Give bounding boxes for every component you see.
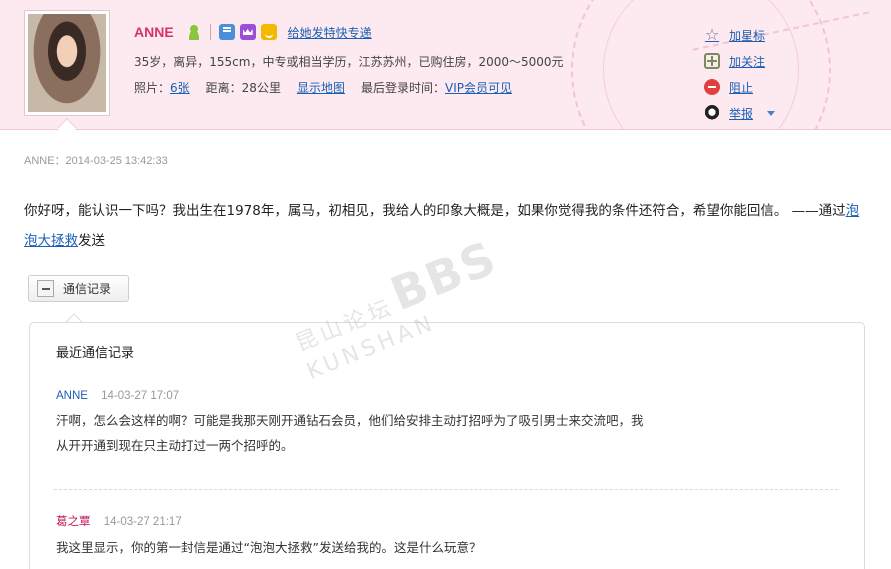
message-sender[interactable]: ANNE xyxy=(56,390,88,402)
add-star-action[interactable]: ☆ 加星标 xyxy=(704,22,775,48)
photos-link[interactable]: 6张 xyxy=(170,79,190,96)
history-message: ANNE 14-03-27 17:07 汗啊，怎么会这样的啊？可能是我那天刚开通… xyxy=(56,390,776,458)
history-panel: 最近通信记录 ANNE 14-03-27 17:07 汗啊，怎么会这样的啊？可能… xyxy=(29,322,865,569)
distance-value: 28公里 xyxy=(241,81,281,95)
letter-text: 你好呀，能认识一下吗？我出生在1978年，属马，初相见，我给人的印象大概是，如果… xyxy=(24,203,846,219)
profile-meta: 照片： 6张 距离： 28公里 显示地图 最后登录时间： VIP会员可见 xyxy=(134,79,512,96)
message-divider xyxy=(54,489,838,490)
message-time: 14-03-27 17:07 xyxy=(101,390,180,402)
avatar-photo[interactable] xyxy=(28,14,106,112)
divider xyxy=(209,24,211,40)
via-suffix: 发送 xyxy=(78,233,105,249)
profile-actions: ☆ 加星标 加关注 阻止 举报 xyxy=(704,22,776,126)
follow-label[interactable]: 加关注 xyxy=(729,53,765,70)
vip-visible-link[interactable]: VIP会员可见 xyxy=(445,79,512,96)
collapse-icon[interactable] xyxy=(37,280,54,297)
block-icon xyxy=(704,79,720,95)
history-toggle-label[interactable]: 通信记录 xyxy=(63,280,111,297)
star-icon: ☆ xyxy=(704,25,720,44)
chevron-down-icon[interactable] xyxy=(767,110,776,116)
report-action[interactable]: 举报 xyxy=(704,100,776,126)
history-title: 最近通信记录 xyxy=(56,346,135,361)
message-icon[interactable] xyxy=(218,24,235,40)
history-toggle-button[interactable]: 通信记录 xyxy=(28,275,129,302)
message-line: 从开开通到现在只主动打过一两个招呼的。 xyxy=(56,438,294,453)
photos-label: 照片： xyxy=(134,81,171,95)
letter-body: 你好呀，能认识一下吗？我出生在1978年，属马，初相见，我给人的印象大概是，如果… xyxy=(24,196,870,256)
plus-icon xyxy=(704,53,720,69)
profile-name[interactable]: ANNE xyxy=(134,24,174,40)
letter-meta: ANNE：2014-03-25 13:42:33 xyxy=(24,155,168,167)
history-message: 葛之覃 14-03-27 21:17 我这里显示，你的第一封信是通过“泡泡大拯救… xyxy=(56,513,776,560)
message-time: 14-03-27 21:17 xyxy=(103,516,182,528)
add-star-label[interactable]: 加星标 xyxy=(729,27,765,44)
show-map-link[interactable]: 显示地图 xyxy=(297,79,345,96)
smile-icon[interactable] xyxy=(260,24,277,40)
message-line: 我这里显示，你的第一封信是通过“泡泡大拯救”发送给我的。这是什么玩意？ xyxy=(56,540,482,555)
profile-info: 35岁，离异，155cm，中专或相当学历，江苏苏州，已购住房，2000～5000… xyxy=(134,55,564,69)
report-label[interactable]: 举报 xyxy=(729,105,753,122)
person-icon[interactable] xyxy=(185,24,202,40)
profile-header: ANNE 给她发特快专递 35岁，离异，155cm，中专或相当学历，江苏苏州，已… xyxy=(0,0,891,130)
express-mail-link[interactable]: 给她发特快专递 xyxy=(288,24,372,41)
name-row: ANNE 给她发特快专递 xyxy=(134,22,372,42)
last-login-label: 最后登录时间： xyxy=(360,81,445,95)
avatar[interactable] xyxy=(24,10,110,116)
message-line: 汗啊，怎么会这样的啊？可能是我那天刚开通钻石会员，他们给安排主动打招呼为了吸引男… xyxy=(56,413,644,428)
block-action[interactable]: 阻止 xyxy=(704,74,775,100)
block-label[interactable]: 阻止 xyxy=(729,79,753,96)
distance-label: 距离： xyxy=(205,81,242,95)
report-icon xyxy=(704,105,720,121)
message-sender[interactable]: 葛之覃 xyxy=(56,516,91,528)
crown-icon[interactable] xyxy=(239,24,256,40)
follow-action[interactable]: 加关注 xyxy=(704,48,775,74)
